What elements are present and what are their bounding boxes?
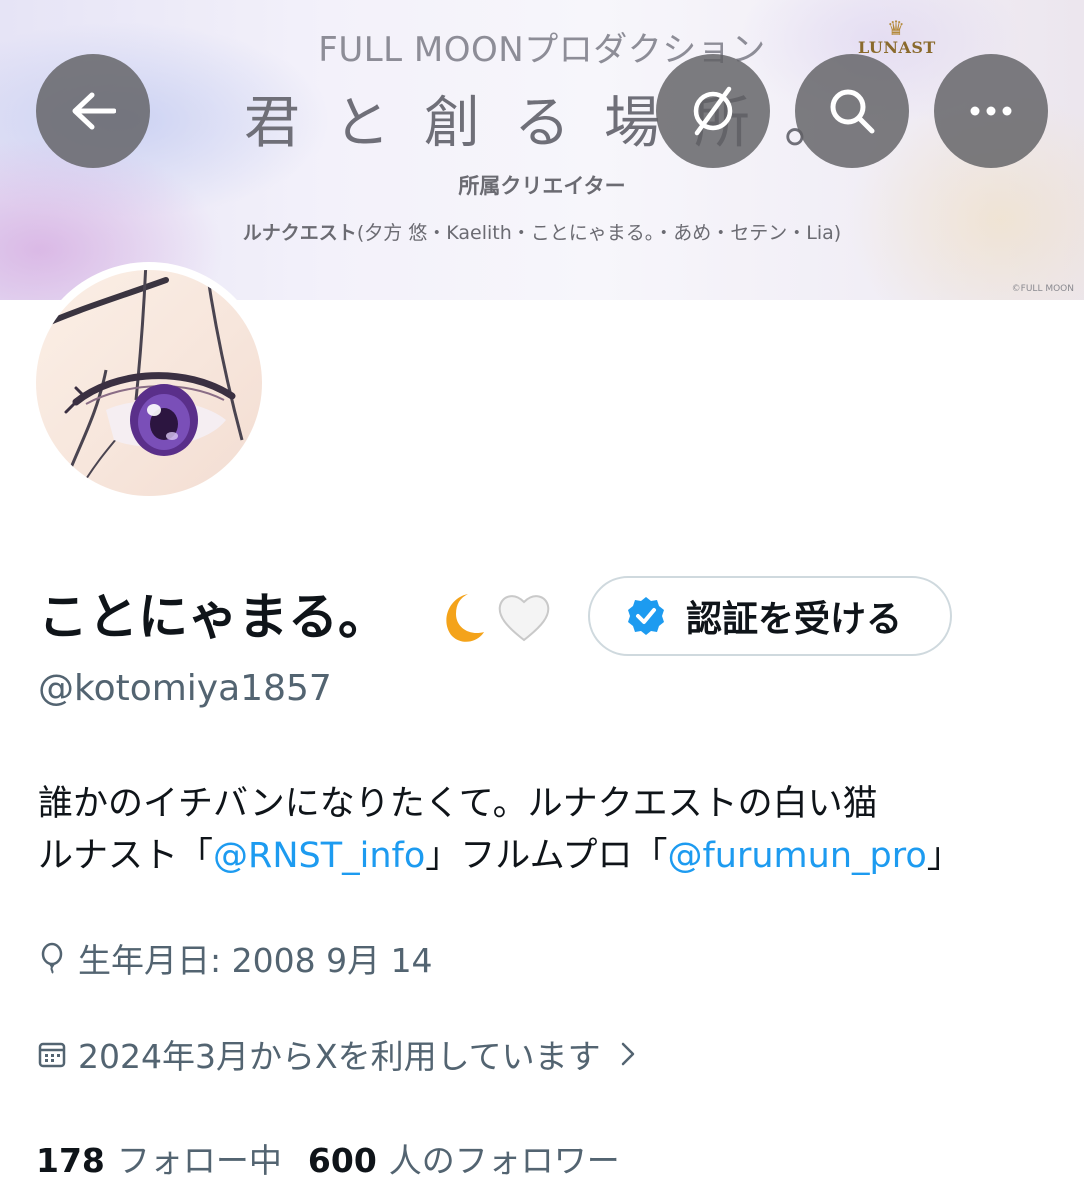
mention-link-rnst-info[interactable]: @RNST_info [213, 836, 425, 876]
joined-text: 2024年3月からXを利用しています [78, 1037, 601, 1076]
lunast-logo-text: LUNAST [858, 38, 936, 57]
followers-label[interactable]: 人のフォロワー [389, 1134, 620, 1182]
profile-banner[interactable]: FULL MOONプロダクション 君と創る場所。 所属クリエイター ルナクエスト… [0, 0, 1084, 300]
user-handle: @kotomiya1857 [38, 668, 332, 709]
search-button[interactable] [795, 54, 909, 168]
banner-members-list: (夕方 悠・Kaelith・ことにゃまる。・あめ・セテン・Lia) [356, 222, 842, 244]
following-count[interactable]: 178 [36, 1141, 105, 1180]
bio-text: 」フルムプロ「 [425, 836, 668, 876]
bio-text: ルナスト「 [38, 836, 214, 876]
bio-line-1: 誰かのイチバンになりたくて。ルナクエストの白い猫 [38, 784, 878, 824]
verified-badge-icon [628, 597, 664, 635]
joined-date-info[interactable]: 2024年3月からXを利用しています [36, 1030, 637, 1078]
balloon-icon [41, 942, 63, 974]
more-horizontal-icon [970, 106, 1012, 116]
banner-members-group: ルナクエスト [242, 222, 357, 244]
search-icon [830, 89, 875, 134]
muted-icon [693, 86, 733, 136]
follow-stats: 178 フォロー中 600 人のフォロワー [36, 1134, 646, 1182]
arrow-left-icon [72, 92, 116, 130]
banner-copyright: ©FULL MOON [1011, 284, 1074, 294]
mute-button[interactable] [656, 54, 770, 168]
calendar-icon [38, 1042, 66, 1068]
following-label[interactable]: フォロー中 [117, 1134, 282, 1182]
more-button[interactable] [934, 54, 1048, 168]
avatar-image [36, 270, 262, 496]
birthday-text: 生年月日: 2008 9月 14 [78, 941, 433, 980]
bio-text: 」 [926, 836, 962, 876]
mention-link-furumun-pro[interactable]: @furumun_pro [667, 836, 926, 876]
birthday-info: 生年月日: 2008 9月 14 [36, 934, 433, 982]
profile-bio: 誰かのイチバンになりたくて。ルナクエストの白い猫 ルナスト「@RNST_info… [38, 778, 1048, 882]
get-verified-button[interactable]: 認証を受ける [588, 576, 952, 656]
avatar[interactable] [28, 262, 270, 504]
crescent-moon-icon [446, 594, 484, 642]
banner-subtitle: 所属クリエイター [458, 174, 626, 198]
banner-tagline: 君と創る場所。 [244, 91, 874, 156]
bio-line-2: ルナスト「@RNST_info」フルムプロ「@furumun_pro」 [38, 830, 1048, 882]
back-button[interactable] [36, 54, 150, 168]
white-heart-icon [498, 595, 550, 642]
banner-members: ルナクエスト(夕方 悠・Kaelith・ことにゃまる。・あめ・セテン・Lia) [0, 218, 1084, 245]
get-verified-label: 認証を受ける [686, 599, 903, 640]
followers-count[interactable]: 600 [308, 1141, 377, 1180]
chevron-right-icon [621, 1042, 634, 1066]
crown-icon: ♛ [887, 16, 905, 40]
display-name: ことにゃまる。 [38, 588, 388, 646]
